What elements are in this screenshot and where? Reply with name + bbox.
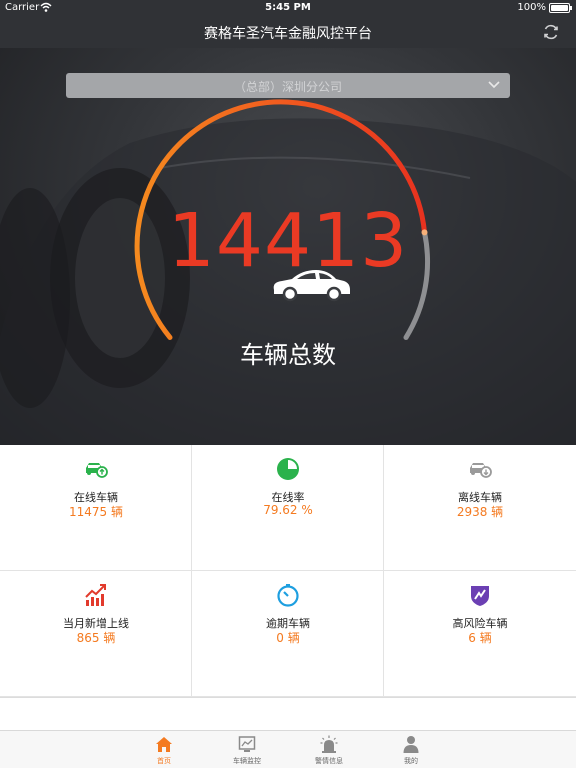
stat-overdue-vehicles[interactable]: 逾期车辆 0 辆 bbox=[192, 571, 384, 697]
online-car-icon bbox=[86, 463, 108, 478]
tab-vehicle-monitor[interactable]: 车辆监控 bbox=[217, 731, 277, 768]
status-bar: Carrier 5:45 PM 100% bbox=[0, 0, 576, 16]
nav-bar: 赛格车圣汽车金融风控平台 bbox=[0, 16, 576, 48]
stat-value: 6 辆 bbox=[468, 631, 492, 645]
offline-car-icon bbox=[470, 463, 492, 478]
battery-icon bbox=[549, 3, 572, 13]
tab-label: 我的 bbox=[404, 757, 418, 765]
battery-percent: 100% bbox=[517, 2, 546, 13]
tab-alarm-info[interactable]: 警情信息 bbox=[299, 731, 359, 768]
stat-value: 79.62 % bbox=[263, 503, 313, 517]
pie-chart-icon bbox=[277, 458, 299, 480]
clock: 5:45 PM bbox=[265, 2, 311, 13]
tab-label: 车辆监控 bbox=[233, 757, 261, 765]
monitor-icon bbox=[238, 736, 256, 752]
stat-value: 0 辆 bbox=[276, 631, 300, 645]
tab-me[interactable]: 我的 bbox=[381, 731, 441, 768]
refresh-icon[interactable] bbox=[542, 23, 560, 41]
stat-offline-vehicles[interactable]: 离线车辆 2938 辆 bbox=[384, 445, 576, 571]
tab-label: 首页 bbox=[157, 757, 171, 765]
hero-panel: （总部）深圳分公司 14413 车辆总数 bbox=[0, 48, 576, 445]
car-icon bbox=[273, 270, 350, 302]
stats-grid: 在线车辆 11475 辆 在线率 79.62 % 离线车辆 2938 辆 当月新… bbox=[0, 445, 576, 698]
stat-value: 2938 辆 bbox=[456, 505, 504, 519]
home-icon bbox=[156, 737, 172, 752]
user-icon bbox=[403, 736, 419, 753]
trend-up-icon bbox=[85, 584, 106, 606]
shield-icon bbox=[471, 586, 489, 606]
stat-online-rate[interactable]: 在线率 79.62 % bbox=[192, 445, 384, 571]
page-title: 赛格车圣汽车金融风控平台 bbox=[204, 26, 372, 42]
tab-label: 警情信息 bbox=[315, 757, 343, 765]
tab-home[interactable]: 首页 bbox=[134, 731, 194, 768]
stat-high-risk-vehicles[interactable]: 高风险车辆 6 辆 bbox=[384, 571, 576, 697]
tab-bar: 首页 车辆监控 警情信息 我的 bbox=[0, 730, 576, 768]
total-vehicle-label: 车辆总数 bbox=[240, 341, 336, 369]
stat-value: 11475 辆 bbox=[69, 505, 123, 519]
stat-new-this-month[interactable]: 当月新增上线 865 辆 bbox=[0, 571, 192, 697]
alarm-icon bbox=[320, 735, 338, 753]
timer-icon bbox=[277, 584, 299, 607]
stat-online-vehicles[interactable]: 在线车辆 11475 辆 bbox=[0, 445, 192, 571]
stat-value: 865 辆 bbox=[76, 631, 116, 645]
